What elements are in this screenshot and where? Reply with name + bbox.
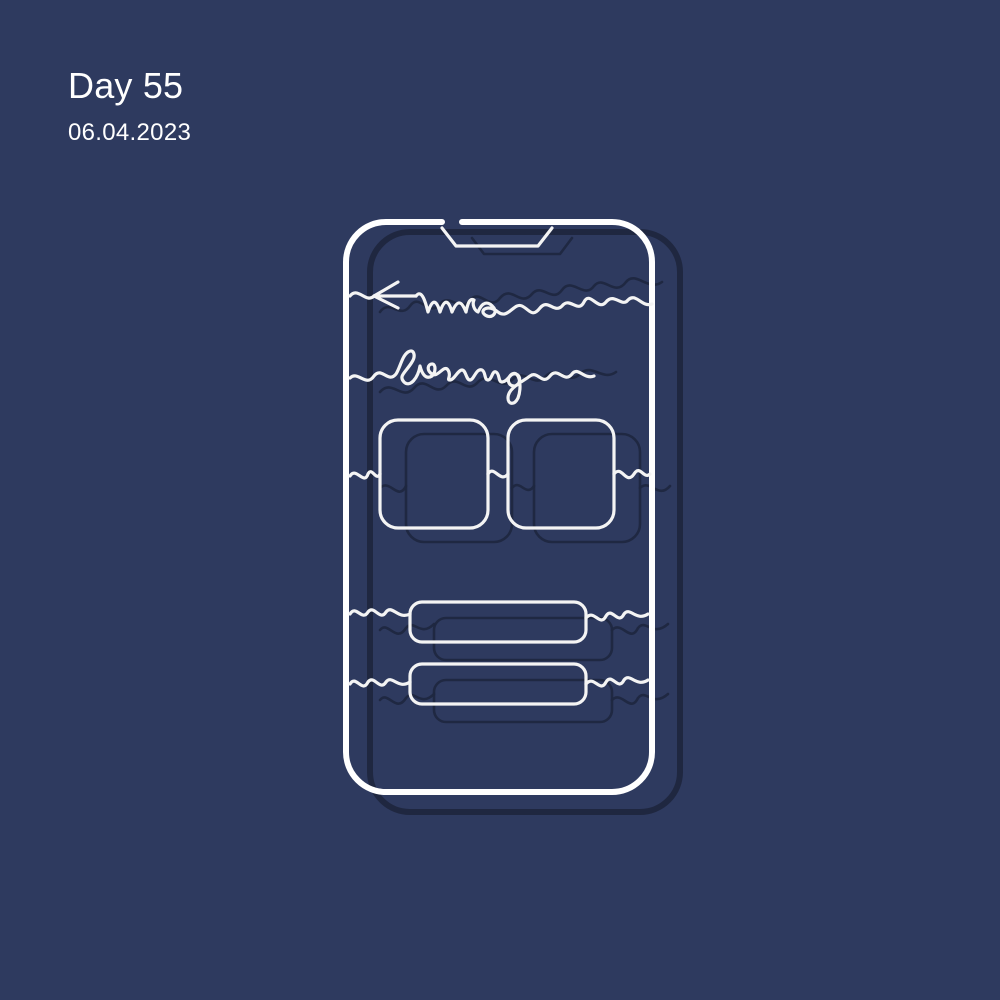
wire-text-line-2 xyxy=(348,349,596,405)
back-arrow-icon xyxy=(372,280,418,310)
image-placeholder-right xyxy=(506,418,616,530)
wire-text-line-1 xyxy=(348,280,654,319)
wire-phone-illustration xyxy=(343,219,683,815)
image-placeholder-left xyxy=(378,418,490,530)
phone-shadow xyxy=(367,229,683,815)
